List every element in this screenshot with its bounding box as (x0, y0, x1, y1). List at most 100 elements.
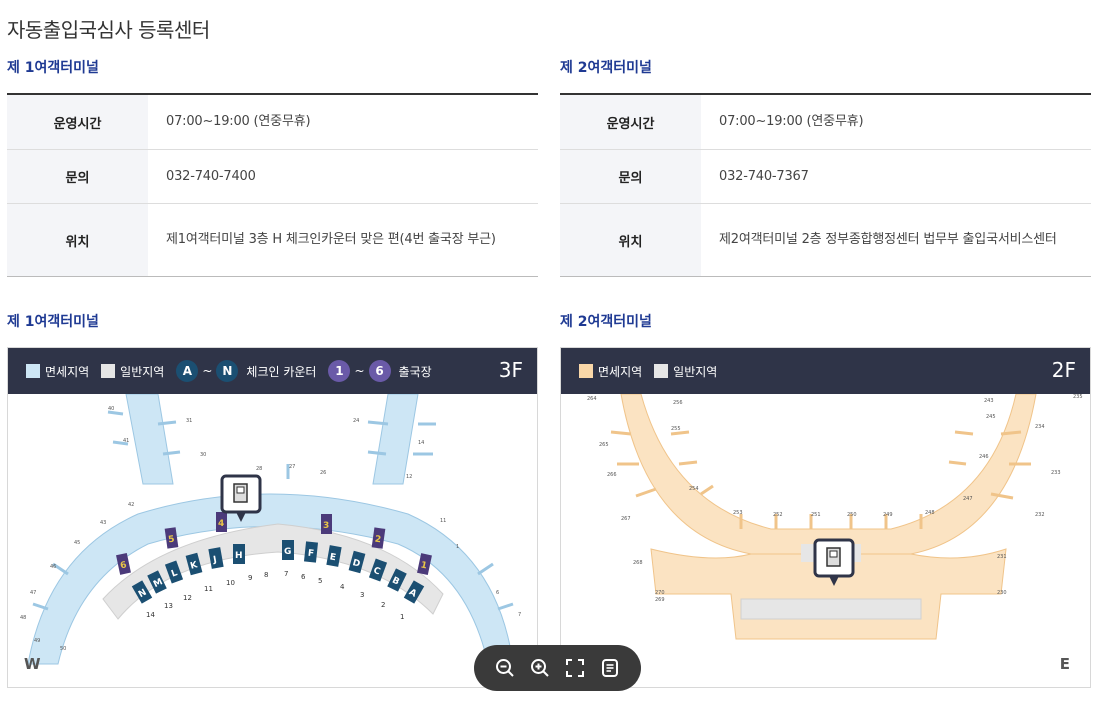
svg-text:12: 12 (406, 474, 412, 480)
concourse-arm (372, 394, 419, 485)
terminal2-floor-map: 264256255 265266254 267268253 252 251 250 … (587, 394, 1083, 640)
svg-text:270: 270 (655, 590, 665, 596)
row-value: 제1여객터미널 3층 H 체크인카운터 맞은 편(4번 출국장 부근) (166, 232, 496, 247)
row-value: 07:00~19:00 (연중무휴) (166, 114, 311, 129)
row-label: 문의 (560, 150, 701, 203)
legend-label: 면세지역 (598, 364, 643, 379)
svg-text:243: 243 (984, 398, 994, 404)
table-row: 위치 제1여객터미널 3층 H 체크인카운터 맞은 편(4번 출국장 부근) (7, 204, 538, 277)
terminal2-map-legend: 면세지역 일반지역 2F (561, 348, 1090, 394)
svg-text:11: 11 (204, 585, 213, 593)
terminal1-map-title: 제 1여객터미널 (7, 314, 99, 330)
legend-general: 일반지역 (654, 363, 717, 380)
fullscreen-icon (565, 659, 584, 677)
document-button[interactable] (597, 655, 623, 681)
legend-label: 체크인 카운터 (246, 364, 317, 379)
zoom-in-icon (531, 659, 549, 677)
image-viewer-toolbar (474, 645, 641, 691)
svg-text:266: 266 (607, 472, 617, 478)
terminal1-floor-map: 404131 3028 27 262414 121142 434546 47484… (20, 394, 521, 665)
svg-text:12: 12 (183, 594, 192, 602)
svg-text:234: 234 (1035, 424, 1045, 430)
svg-text:42: 42 (128, 502, 134, 508)
duty-free-swatch (579, 364, 593, 378)
row-label: 문의 (7, 150, 148, 203)
terminal2-map[interactable]: 면세지역 일반지역 2F 264 256 255 265 266 254 267… (560, 347, 1091, 688)
svg-text:3: 3 (360, 591, 364, 599)
legend-label: 출국장 (398, 364, 432, 379)
row-label: 위치 (560, 204, 701, 276)
terminal2-map-title: 제 2여객터미널 (560, 314, 652, 330)
table-row: 운영시간 07:00~19:00 (연중무휴) (560, 95, 1091, 150)
svg-text:G: G (284, 547, 291, 557)
zoom-out-icon (496, 659, 515, 677)
row-value: 032-740-7367 (719, 168, 809, 184)
svg-text:254: 254 (689, 486, 699, 492)
legend-label: 면세지역 (45, 364, 90, 379)
svg-text:249: 249 (883, 512, 893, 518)
svg-text:8: 8 (264, 571, 268, 579)
legend-general: 일반지역 (101, 363, 164, 380)
svg-text:246: 246 (979, 454, 989, 460)
fullscreen-button[interactable] (562, 655, 588, 681)
svg-text:1: 1 (456, 544, 459, 550)
page-title: 자동출입국심사 등록센터 (7, 18, 210, 42)
document-icon (601, 659, 618, 677)
terminal1-map[interactable]: 면세지역 일반지역 A ~ N 체크인 카운터 1 ~ 6 출국장 3F 40 … (7, 347, 538, 688)
svg-text:40: 40 (108, 406, 114, 412)
departure-badge: 1 (328, 360, 351, 382)
terminal2-title: 제 2여객터미널 (560, 60, 652, 76)
svg-text:50: 50 (60, 646, 66, 652)
svg-text:F: F (307, 549, 314, 560)
svg-text:45: 45 (74, 540, 80, 546)
svg-text:253: 253 (733, 510, 743, 516)
svg-text:5: 5 (318, 577, 322, 585)
svg-text:30: 30 (200, 452, 206, 458)
legend-departure: 1 ~ 6 출국장 (328, 360, 432, 382)
svg-text:235: 235 (1073, 394, 1083, 400)
svg-text:1: 1 (400, 613, 404, 621)
row-label: 운영시간 (560, 95, 701, 149)
svg-text:252: 252 (773, 512, 783, 518)
terminal-duty-free-area (620, 394, 1037, 555)
terminal1-map-legend: 면세지역 일반지역 A ~ N 체크인 카운터 1 ~ 6 출국장 3F (8, 348, 537, 394)
svg-text:4: 4 (218, 519, 224, 529)
svg-text:10: 10 (226, 579, 235, 587)
svg-text:31: 31 (186, 418, 192, 424)
terminal1-title: 제 1여객터미널 (7, 60, 99, 76)
row-value: 07:00~19:00 (연중무휴) (719, 114, 864, 129)
svg-text:232: 232 (1035, 512, 1045, 518)
svg-text:4: 4 (340, 583, 345, 591)
svg-text:6: 6 (301, 573, 306, 581)
row-label: 운영시간 (7, 95, 148, 149)
svg-text:43: 43 (100, 520, 106, 526)
svg-text:248: 248 (925, 510, 935, 516)
svg-text:7: 7 (518, 612, 521, 618)
svg-text:24: 24 (353, 418, 359, 424)
svg-text:6: 6 (496, 590, 499, 596)
svg-text:9: 9 (248, 574, 252, 582)
floor-label: 3F (498, 358, 523, 382)
table-row: 위치 제2여객터미널 2층 정부종합행정센터 법무부 출입국서비스센터 (560, 204, 1091, 277)
svg-text:49: 49 (34, 638, 40, 644)
legend-label: 일반지역 (120, 364, 165, 379)
departure-badge: 6 (368, 360, 391, 382)
svg-text:3: 3 (323, 521, 329, 531)
svg-text:233: 233 (1051, 470, 1061, 476)
svg-text:267: 267 (621, 516, 631, 522)
zoom-in-button[interactable] (527, 655, 553, 681)
table-row: 문의 032-740-7367 (560, 150, 1091, 204)
svg-text:28: 28 (256, 466, 262, 472)
svg-text:251: 251 (811, 512, 821, 518)
row-value: 032-740-7400 (166, 168, 256, 184)
svg-text:264: 264 (587, 396, 597, 402)
svg-text:13: 13 (164, 602, 173, 610)
svg-text:247: 247 (963, 496, 973, 502)
row-label: 위치 (7, 204, 148, 276)
checkin-badge: A (176, 360, 199, 382)
zoom-out-button[interactable] (492, 655, 518, 681)
svg-text:255: 255 (671, 426, 681, 432)
tilde: ~ (202, 364, 213, 378)
terminal1-info-table: 운영시간 07:00~19:00 (연중무휴) 문의 032-740-7400 … (7, 93, 538, 277)
compass-west: W (24, 655, 41, 673)
